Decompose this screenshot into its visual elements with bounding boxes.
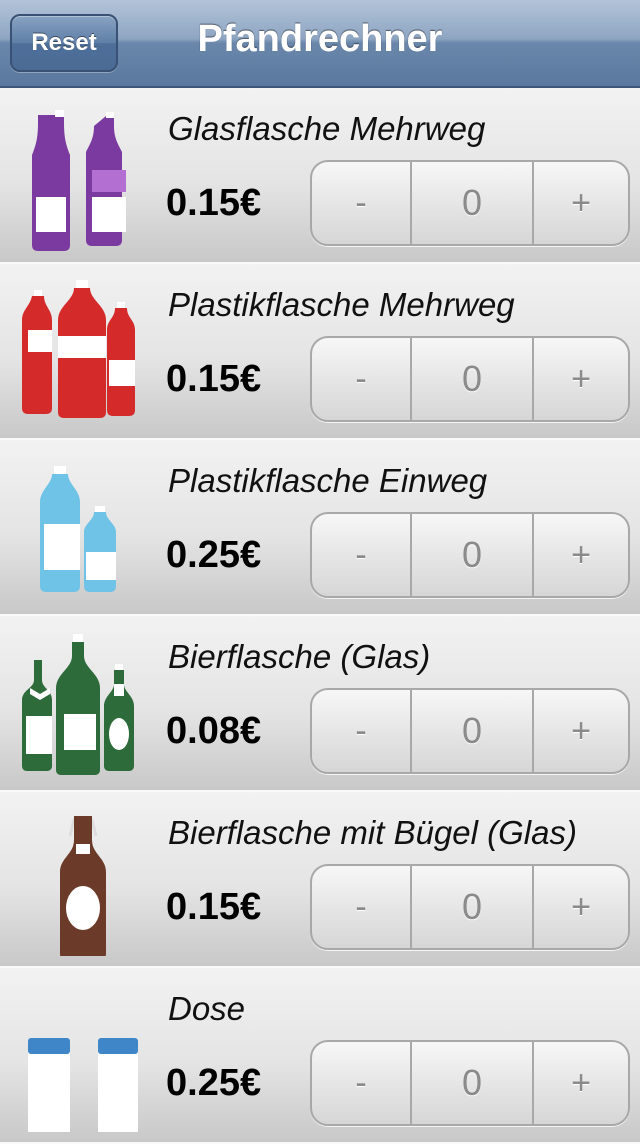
item-price: 0.25€ bbox=[166, 1062, 262, 1104]
glass-bottles-icon bbox=[18, 102, 148, 252]
list-item: Glasflasche Mehrweg 0.15€ - 0 + bbox=[0, 88, 640, 264]
increment-button[interactable]: + bbox=[534, 514, 628, 596]
list-item: Bierflasche (Glas) 0.08€ - 0 + bbox=[0, 616, 640, 792]
quantity-stepper: - 0 + bbox=[310, 688, 630, 774]
increment-button[interactable]: + bbox=[534, 866, 628, 948]
quantity-stepper: - 0 + bbox=[310, 1040, 630, 1126]
increment-button[interactable]: + bbox=[534, 162, 628, 244]
quantity-value: 0 bbox=[412, 690, 534, 772]
decrement-button[interactable]: - bbox=[312, 514, 412, 596]
item-price: 0.15€ bbox=[166, 886, 262, 928]
quantity-value: 0 bbox=[412, 162, 534, 244]
item-name: Plastikflasche Einweg bbox=[168, 462, 488, 499]
quantity-value: 0 bbox=[412, 338, 534, 420]
item-name: Dose bbox=[168, 990, 246, 1027]
item-price: 0.08€ bbox=[166, 710, 262, 752]
item-name: Glasflasche Mehrweg bbox=[168, 110, 486, 147]
item-name: Bierflasche (Glas) bbox=[168, 638, 431, 675]
quantity-stepper: - 0 + bbox=[310, 336, 630, 422]
plastic-bottles-returnable-icon bbox=[18, 278, 148, 428]
increment-button[interactable]: + bbox=[534, 338, 628, 420]
list-item: Plastikflasche Einweg 0.25€ - 0 + bbox=[0, 440, 640, 616]
quantity-value: 0 bbox=[412, 866, 534, 948]
item-name: Plastikflasche Mehrweg bbox=[168, 286, 515, 323]
increment-button[interactable]: + bbox=[534, 1042, 628, 1124]
swing-top-bottle-icon bbox=[18, 806, 148, 956]
list-item: Plastikflasche Mehrweg 0.15€ - 0 + bbox=[0, 264, 640, 440]
plastic-bottles-disposable-icon bbox=[18, 454, 148, 604]
list-item: Bierflasche mit Bügel (Glas) 0.15€ - 0 + bbox=[0, 792, 640, 968]
item-name: Bierflasche mit Bügel (Glas) bbox=[168, 814, 577, 851]
can-icon bbox=[18, 982, 148, 1132]
decrement-button[interactable]: - bbox=[312, 338, 412, 420]
increment-button[interactable]: + bbox=[534, 690, 628, 772]
decrement-button[interactable]: - bbox=[312, 162, 412, 244]
item-price: 0.25€ bbox=[166, 534, 262, 576]
item-price: 0.15€ bbox=[166, 358, 262, 400]
quantity-stepper: - 0 + bbox=[310, 864, 630, 950]
decrement-button[interactable]: - bbox=[312, 866, 412, 948]
quantity-stepper: - 0 + bbox=[310, 512, 630, 598]
list-item: Dose 0.25€ - 0 + bbox=[0, 968, 640, 1144]
quantity-value: 0 bbox=[412, 514, 534, 596]
beer-bottles-icon bbox=[18, 630, 148, 780]
navigation-bar: Reset Pfandrechner bbox=[0, 0, 640, 88]
page-title: Pfandrechner bbox=[197, 18, 443, 60]
item-price: 0.15€ bbox=[166, 182, 262, 224]
quantity-stepper: - 0 + bbox=[310, 160, 630, 246]
quantity-value: 0 bbox=[412, 1042, 534, 1124]
decrement-button[interactable]: - bbox=[312, 1042, 412, 1124]
decrement-button[interactable]: - bbox=[312, 690, 412, 772]
item-list: Glasflasche Mehrweg 0.15€ - 0 + Plastikf… bbox=[0, 88, 640, 1144]
